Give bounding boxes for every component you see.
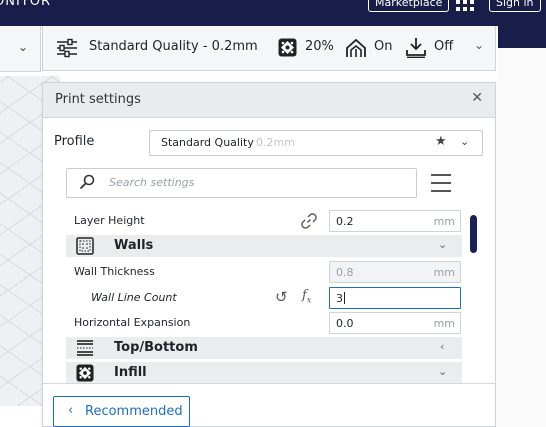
- infill-value: 20%: [305, 39, 334, 54]
- close-icon[interactable]: ✕: [471, 90, 483, 106]
- setting-horizontal-expansion: Horizontal Expansion 0.0 mm: [66, 311, 462, 335]
- support-value: On: [374, 39, 393, 54]
- search-icon: [79, 174, 95, 190]
- setting-label: Horizontal Expansion: [74, 316, 191, 329]
- top-bottom-icon: [77, 340, 93, 356]
- brand-text: ONITOR: [0, 0, 51, 9]
- link-icon[interactable]: [301, 213, 317, 229]
- settings-scrollbar[interactable]: [470, 215, 477, 253]
- top-header: ONITOR Marketplace Sign in: [0, 0, 546, 26]
- chevron-down-icon: ⌄: [460, 135, 470, 148]
- search-input[interactable]: [107, 175, 391, 190]
- support-icon: [346, 38, 366, 57]
- wall-thickness-input[interactable]: 0.8 mm: [329, 261, 461, 283]
- setting-label: Wall Line Count: [91, 291, 177, 304]
- recommended-button[interactable]: ‹ Recommended: [53, 396, 190, 427]
- print-settings-panel: Print settings ✕ Profile Standard Qualit…: [42, 82, 496, 427]
- panel-divider: [43, 383, 495, 384]
- adhesion-value: Off: [434, 39, 454, 54]
- layer-height-input[interactable]: 0.2 mm: [329, 210, 461, 232]
- grid-icon[interactable]: [456, 0, 474, 12]
- profile-name: Standard Quality: [161, 136, 254, 149]
- setting-layer-height: Layer Height 0.2 mm: [66, 209, 462, 233]
- sign-in-button[interactable]: Sign in: [489, 0, 541, 12]
- profile-sub: 0.2mm: [256, 136, 295, 149]
- menu-icon[interactable]: [431, 174, 451, 192]
- infill-icon: [278, 38, 297, 57]
- settings-list[interactable]: Layer Height 0.2 mm Walls ⌄ Wall Thickne…: [66, 207, 462, 383]
- chevron-left-icon: ‹: [68, 403, 74, 418]
- wall-line-count-input[interactable]: 3: [329, 287, 461, 309]
- right-pane: [498, 48, 546, 427]
- category-walls[interactable]: Walls ⌄: [66, 235, 462, 257]
- panel-title: Print settings: [55, 92, 141, 107]
- printer-selector[interactable]: ⌄: [0, 26, 41, 72]
- category-label: Infill: [114, 365, 147, 380]
- star-icon[interactable]: ★: [435, 134, 447, 149]
- category-label: Walls: [114, 238, 154, 253]
- profile-dropdown[interactable]: Standard Quality 0.2mm ★ ⌄: [149, 130, 483, 156]
- chevron-down-icon: ⌄: [474, 38, 485, 52]
- chevron-down-icon: ⌄: [18, 40, 29, 54]
- category-infill[interactable]: Infill ⌄: [66, 362, 462, 383]
- horizontal-expansion-input[interactable]: 0.0 mm: [329, 312, 461, 334]
- recommended-label: Recommended: [85, 404, 183, 419]
- chevron-down-icon: ⌄: [438, 365, 448, 378]
- header-extension: [498, 26, 546, 48]
- setting-label: Wall Thickness: [74, 265, 155, 278]
- panel-header: Print settings ✕: [43, 83, 495, 118]
- profile-summary: Standard Quality - 0.2mm: [89, 39, 258, 54]
- chevron-left-icon: ‹: [440, 340, 445, 353]
- walls-icon: [76, 237, 94, 255]
- setting-wall-line-count: Wall Line Count ↺ fx 3: [66, 286, 462, 310]
- chevron-down-icon: ⌄: [438, 238, 448, 251]
- reset-icon[interactable]: ↺: [275, 288, 288, 306]
- setting-label: Layer Height: [74, 214, 145, 227]
- category-top-bottom[interactable]: Top/Bottom ‹: [66, 337, 462, 359]
- setting-wall-thickness: Wall Thickness 0.8 mm: [66, 260, 462, 284]
- marketplace-button[interactable]: Marketplace: [368, 0, 450, 12]
- sliders-icon: [57, 38, 77, 58]
- profile-label: Profile: [54, 134, 95, 149]
- print-setup-selector[interactable]: Standard Quality - 0.2mm 20% On Off ⌄: [42, 26, 496, 71]
- search-field[interactable]: [66, 168, 417, 198]
- category-label: Top/Bottom: [114, 340, 198, 355]
- adhesion-icon: [406, 38, 426, 58]
- function-icon[interactable]: fx: [302, 288, 311, 305]
- infill-icon: [76, 364, 94, 382]
